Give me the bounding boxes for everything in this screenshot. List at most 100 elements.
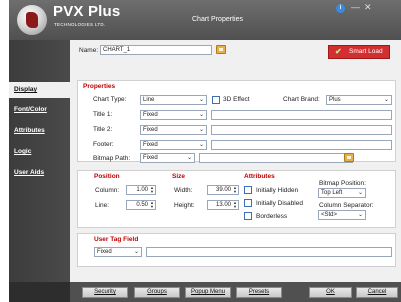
width-label: Width: (174, 187, 193, 194)
footer-type-value: Fixed (143, 142, 158, 148)
title1-field[interactable] (211, 110, 392, 120)
3d-effect-label: 3D Effect (223, 96, 250, 103)
bitmap-position-select[interactable]: Top Left ⌄ (318, 188, 366, 198)
column-separator-value: <Std> (321, 212, 338, 218)
chevron-down-icon: ⌄ (198, 112, 204, 118)
chart-brand-value: Plus (329, 97, 341, 103)
column-label: Column: (95, 187, 120, 194)
check-icon: ✔ (335, 47, 342, 56)
chevron-down-icon: ⌄ (198, 127, 204, 133)
column-stepper[interactable]: 1.00 ▲ ▼ (126, 185, 156, 195)
smart-load-label: Smart Load (349, 48, 383, 55)
title1-type-select[interactable]: Fixed ⌄ (140, 110, 207, 120)
borderless-label: Borderless (256, 213, 288, 220)
width-stepper[interactable]: 39.00 ▲ ▼ (207, 185, 239, 195)
initially-disabled-checkbox[interactable] (244, 199, 252, 207)
chevron-down-icon: ⌄ (357, 212, 363, 218)
bitmap-path-type-select[interactable]: Fixed ⌄ (140, 153, 195, 163)
chevron-down-icon: ⌄ (357, 190, 363, 196)
properties-title: Properties (83, 83, 116, 90)
bitmap-path-label: Bitmap Path: (93, 155, 131, 162)
footer-type-select[interactable]: Fixed ⌄ (140, 140, 207, 150)
minimize-button[interactable]: — (351, 2, 360, 12)
width-value: 39.00 (215, 187, 231, 193)
name-field[interactable]: CHART_1 (100, 45, 212, 55)
line-stepper[interactable]: 0.50 ▲ ▼ (126, 200, 156, 210)
initially-hidden-label: Initially Hidden (256, 187, 299, 194)
3d-effect-checkbox[interactable] (212, 96, 220, 104)
sidebar-item-logic[interactable]: Logic (9, 144, 70, 160)
line-label: Line: (95, 202, 110, 209)
smart-load-button[interactable]: ✔ Smart Load (328, 45, 390, 59)
chart-properties-window: PVX Plus TECHNOLOGIES LTD. Chart Propert… (9, 0, 401, 302)
bitmap-position-label: Bitmap Position: (319, 180, 366, 187)
user-tag-type-select[interactable]: Fixed ⌄ (94, 247, 142, 257)
sidebar-item-attributes[interactable]: Attributes (9, 123, 70, 139)
column-value: 1.00 (136, 187, 148, 193)
chart-brand-label: Chart Brand: (283, 96, 320, 103)
logo-name: PVX Plus (53, 3, 121, 20)
bitmap-lookup-icon[interactable] (344, 153, 354, 162)
bitmap-path-field[interactable] (199, 153, 353, 163)
title2-field[interactable] (211, 125, 392, 135)
pvx-logo-icon (17, 5, 47, 35)
sidebar-item-font-color[interactable]: Font/Color (9, 102, 70, 118)
sidebar-item-display[interactable]: Display (9, 82, 70, 98)
title-bar: PVX Plus TECHNOLOGIES LTD. Chart Propert… (9, 0, 401, 40)
chart-brand-select[interactable]: Plus ⌄ (326, 95, 392, 105)
chevron-down-icon: ⌄ (186, 155, 192, 161)
chevron-down-icon: ⌄ (198, 97, 204, 103)
bitmap-position-value: Top Left (321, 190, 343, 196)
chart-type-label: Chart Type: (93, 96, 127, 103)
sidebar: Display Font/Color Attributes Logic User… (9, 40, 70, 302)
chevron-down-icon: ⌄ (133, 249, 139, 255)
chevron-down-icon: ⌄ (198, 142, 204, 148)
chevron-down-icon: ⌄ (383, 97, 389, 103)
height-value: 13.00 (215, 202, 231, 208)
window-title: Chart Properties (192, 16, 243, 23)
chart-type-select[interactable]: Line ⌄ (140, 95, 207, 105)
title2-type-value: Fixed (143, 127, 158, 133)
user-tag-field[interactable] (146, 247, 392, 257)
groups-button[interactable]: Groups (134, 287, 180, 298)
footer-bar: Security Groups Popup Menu Presets OK Ca… (70, 282, 401, 302)
column-separator-label: Column Separator: (319, 202, 374, 209)
popup-menu-button[interactable]: Popup Menu (185, 287, 231, 298)
info-icon[interactable]: i (336, 4, 345, 13)
spinner-icon[interactable]: ▲ ▼ (150, 201, 154, 209)
attributes-title: Attributes (244, 173, 275, 180)
initially-disabled-label: Initially Disabled (256, 200, 303, 207)
close-button[interactable]: ✕ (364, 2, 372, 13)
sidebar-item-user-aids[interactable]: User Aids (9, 165, 70, 181)
height-stepper[interactable]: 13.00 ▲ ▼ (207, 200, 239, 210)
spinner-icon[interactable]: ▲ ▼ (150, 186, 154, 194)
ok-button[interactable]: OK (309, 287, 352, 298)
position-title: Position (94, 173, 120, 180)
size-title: Size (172, 173, 186, 180)
title2-label: Title 2: (93, 126, 113, 133)
borderless-checkbox[interactable] (244, 212, 252, 220)
bitmap-path-type-value: Fixed (143, 155, 158, 161)
initially-hidden-checkbox[interactable] (244, 186, 252, 194)
height-label: Height: (174, 202, 195, 209)
chart-type-value: Line (143, 97, 155, 103)
sidebar-footer (9, 282, 70, 302)
name-label: Name: (79, 47, 99, 54)
column-separator-select[interactable]: <Std> ⌄ (318, 210, 366, 220)
cancel-button[interactable]: Cancel (356, 287, 398, 298)
user-tag-title: User Tag Field (94, 236, 139, 243)
footer-field[interactable] (211, 140, 392, 150)
footer-label: Footer: (93, 141, 114, 148)
spinner-icon[interactable]: ▲ ▼ (233, 186, 237, 194)
user-tag-type-value: Fixed (97, 249, 112, 255)
main-panel: Name: CHART_1 ✔ Smart Load Properties Ch… (70, 40, 401, 302)
security-button[interactable]: Security (82, 287, 128, 298)
title2-type-select[interactable]: Fixed ⌄ (140, 125, 207, 135)
name-lookup-icon[interactable] (216, 45, 226, 54)
title1-type-value: Fixed (143, 112, 158, 118)
spinner-icon[interactable]: ▲ ▼ (233, 201, 237, 209)
presets-button[interactable]: Presets (236, 287, 282, 298)
line-value: 0.50 (136, 202, 148, 208)
title1-label: Title 1: (93, 111, 113, 118)
logo-subtitle: TECHNOLOGIES LTD. (54, 22, 106, 27)
